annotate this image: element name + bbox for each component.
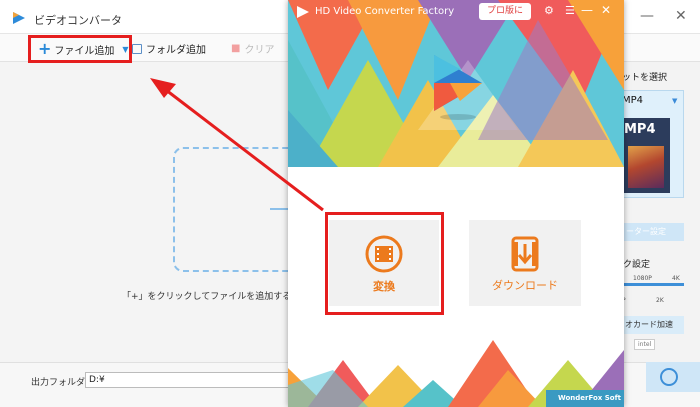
minimize-icon[interactable]: — (581, 3, 593, 17)
minimize-icon[interactable]: — (640, 8, 654, 24)
format-name: MP4 (622, 95, 644, 106)
add-plus-icon (270, 208, 290, 210)
brand-label: WonderFox Soft (558, 394, 621, 402)
screenshot-stage: ビデオコンバータ — ✕ + ファイル追加 ▼ フォルダ追加 ■ クリア 「+」… (0, 0, 700, 407)
highlight-box-add-file (28, 35, 132, 63)
add-folder-button[interactable]: フォルダ追加 (132, 41, 206, 56)
clear-label: クリア (244, 45, 275, 56)
upgrade-pro-button[interactable]: プロ版に (479, 3, 531, 20)
gpu-acceleration-label: オカード加速 (622, 316, 684, 334)
alarm-clock-icon[interactable] (660, 368, 678, 386)
format-header: ットを選択 (622, 73, 668, 83)
hd-video-converter-window: HD Video Converter Factory プロ版に ⚙ ☰ — ✕ (288, 0, 624, 407)
quality-tick: 2K (656, 297, 664, 304)
thumbnail-art (628, 146, 664, 188)
app-icon (13, 12, 25, 24)
download-label: ダウンロード (492, 279, 558, 292)
folder-icon (132, 43, 142, 54)
intel-option[interactable]: intel (634, 339, 656, 350)
quality-tick: 4K (672, 275, 680, 282)
drop-hint: 「+」をクリックしてファイルを追加するか、 (122, 292, 310, 302)
chevron-down-icon[interactable]: ▼ (672, 97, 677, 105)
trash-icon: ■ (231, 43, 241, 54)
thumbnail-label: MP4 (624, 122, 656, 137)
window-title: ビデオコンバータ (34, 14, 122, 27)
download-icon (511, 236, 539, 272)
app-icon (297, 6, 309, 18)
menu-icon[interactable]: ☰ (565, 4, 575, 17)
gear-icon[interactable]: ⚙ (544, 4, 554, 17)
quality-label: ク設定 (623, 260, 651, 270)
logo-icon (434, 55, 482, 120)
download-tile[interactable]: ダウンロード (469, 220, 581, 306)
add-folder-label: フォルダ追加 (146, 45, 206, 56)
window-title: HD Video Converter Factory (315, 6, 455, 17)
close-icon[interactable]: ✕ (675, 8, 687, 24)
close-icon[interactable]: ✕ (601, 3, 611, 17)
clear-button[interactable]: ■ クリア (231, 41, 274, 56)
quality-tick: 1080P (633, 275, 652, 282)
highlight-box-convert (325, 212, 444, 315)
output-folder-input[interactable]: D:¥ (85, 372, 290, 388)
quality-slider[interactable] (622, 283, 684, 286)
parameter-settings-button[interactable]: ーター設定 (622, 223, 684, 241)
